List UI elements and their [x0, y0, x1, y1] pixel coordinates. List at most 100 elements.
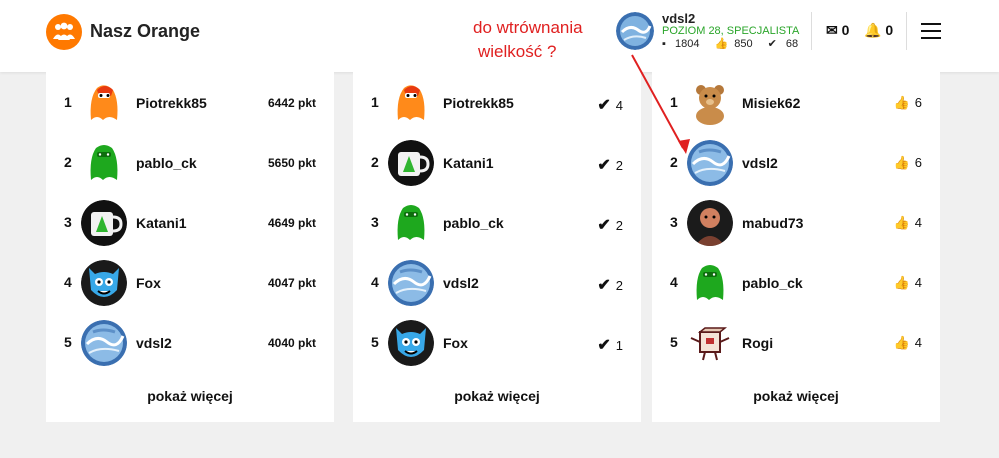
user-avatar[interactable] [388, 200, 434, 246]
user-name-link[interactable]: pablo_ck [136, 155, 197, 171]
ranking-row: 4 vdsl2 ✔ 2 [353, 252, 641, 312]
rank-number: 5 [371, 334, 379, 350]
divider [811, 12, 812, 50]
solutions-count: ✔ 2 [597, 155, 623, 175]
user-name-link[interactable]: vdsl2 [742, 155, 778, 171]
user-name-link[interactable]: Fox [443, 335, 468, 351]
check-icon: ✔ [597, 277, 611, 294]
user-name-link[interactable]: Piotrekk85 [136, 95, 207, 111]
user-name-link[interactable]: vdsl2 [443, 275, 479, 291]
solutions-count: ✔ 4 [597, 95, 623, 115]
likes-count: 850 [734, 38, 753, 50]
solutions-count: 68 [785, 38, 799, 50]
user-avatar[interactable] [687, 260, 733, 306]
user-avatar[interactable] [388, 320, 434, 366]
check-icon: ✔ [597, 337, 611, 354]
red-annotation: do wtrównania wielkość ? [473, 16, 633, 64]
rank-number: 3 [371, 214, 379, 230]
user-avatar[interactable] [616, 12, 654, 50]
user-name-link[interactable]: vdsl2 [136, 335, 172, 351]
rank-number: 5 [64, 334, 72, 350]
ranking-row: 3 pablo_ck ✔ 2 [353, 192, 641, 252]
user-name-link[interactable]: pablo_ck [443, 215, 504, 231]
ranking-row: 1 Misiek62 👍 6 [652, 72, 940, 132]
user-avatar[interactable] [388, 80, 434, 126]
user-avatar[interactable] [388, 260, 434, 306]
check-icon: ✔ [597, 97, 611, 114]
comment-icon: ▪ [662, 38, 666, 50]
points-value: 4047 pkt [267, 276, 316, 290]
bell-icon: 🔔 [864, 22, 882, 38]
brand-title[interactable]: Nasz Orange [90, 21, 200, 42]
thumb-up-icon: 👍 [893, 155, 910, 170]
rank-number: 5 [670, 334, 678, 350]
user-avatar[interactable] [687, 200, 733, 246]
ranking-row: 2 Katani1 ✔ 2 [353, 132, 641, 192]
rank-number: 4 [670, 274, 678, 290]
user-name-link[interactable]: Piotrekk85 [443, 95, 514, 111]
ranking-row: 2 vdsl2 👍 6 [652, 132, 940, 192]
user-name[interactable]: vdsl2 [662, 11, 695, 26]
user-name-link[interactable]: pablo_ck [742, 275, 803, 291]
annotation-line-2: wielkość ? [478, 42, 557, 61]
user-name-link[interactable]: Rogi [742, 335, 773, 351]
ranking-row: 5 Rogi 👍 4 [652, 312, 940, 372]
likes-count: 👍 6 [894, 95, 922, 111]
user-stats: ▪ 1804 👍 850 ✔ 68 [662, 37, 810, 50]
show-more-link[interactable]: pokaż więcej [652, 388, 940, 404]
user-name-link[interactable]: Misiek62 [742, 95, 800, 111]
points-value: 4040 pkt [267, 336, 316, 350]
user-avatar[interactable] [81, 200, 127, 246]
show-more-link[interactable]: pokaż więcej [353, 388, 641, 404]
ranking-row: 4 pablo_ck 👍 4 [652, 252, 940, 312]
thumb-up-icon: 👍 [893, 215, 910, 230]
user-avatar[interactable] [687, 320, 733, 366]
user-level: POZIOM 28, SPECJALISTA [662, 25, 800, 37]
count-value: 4 [914, 275, 922, 290]
user-name-link[interactable]: Fox [136, 275, 161, 291]
rank-number: 2 [371, 154, 379, 170]
likes-count: 👍 4 [894, 215, 922, 231]
user-avatar[interactable] [388, 140, 434, 186]
show-more-link[interactable]: pokaż więcej [46, 388, 334, 404]
rank-number: 1 [670, 94, 678, 110]
rank-number: 2 [670, 154, 678, 170]
messages-button[interactable]: ✉ 0 [826, 22, 849, 39]
user-avatar[interactable] [81, 140, 127, 186]
points-value: 6442 pkt [267, 96, 316, 110]
notifications-count: 0 [885, 22, 894, 38]
user-name-link[interactable]: Katani1 [443, 155, 494, 171]
solutions-ranking-panel: 1 Piotrekk85 ✔ 4 2 Katani1 ✔ 2 3 pablo_ck ✔ 2 4 vdsl2… [353, 72, 641, 422]
points-ranking-panel: 1 Piotrekk85 6442 pkt 2 pablo_ck 5650 pkt 3 Kat… [46, 72, 334, 422]
notifications-button[interactable]: 🔔 0 [864, 22, 893, 39]
user-avatar[interactable] [81, 320, 127, 366]
annotation-line-1: do wtrównania [473, 18, 583, 37]
top-header: Nasz Orange do wtrównania wielkość ? vds… [0, 0, 999, 72]
points-value: 5650 pkt [267, 156, 316, 170]
count-value: 2 [615, 158, 623, 173]
solutions-stat: ✔ 68 [768, 38, 805, 50]
check-icon: ✔ [767, 38, 777, 50]
user-avatar[interactable] [687, 80, 733, 126]
user-avatar[interactable] [687, 140, 733, 186]
rank-number: 3 [64, 214, 72, 230]
likes-stat: 👍 850 [715, 38, 759, 50]
orange-logo[interactable] [46, 14, 82, 50]
ranking-row: 5 vdsl2 4040 pkt [46, 312, 334, 372]
points-value: 4649 pkt [267, 216, 316, 230]
solutions-count: ✔ 2 [597, 215, 623, 235]
user-name-link[interactable]: mabud73 [742, 215, 803, 231]
user-avatar[interactable] [81, 80, 127, 126]
thumb-up-icon: 👍 [714, 38, 729, 50]
likes-count: 👍 4 [894, 335, 922, 351]
messages-count: 0 [841, 22, 850, 38]
ranking-row: 3 Katani1 4649 pkt [46, 192, 334, 252]
user-avatar[interactable] [81, 260, 127, 306]
rank-number: 3 [670, 214, 678, 230]
ranking-row: 1 Piotrekk85 6442 pkt [46, 72, 334, 132]
hamburger-menu-icon[interactable] [921, 23, 941, 39]
thumb-up-icon: 👍 [893, 335, 910, 350]
check-icon: ✔ [597, 157, 611, 174]
ranking-row: 5 Fox ✔ 1 [353, 312, 641, 372]
user-name-link[interactable]: Katani1 [136, 215, 187, 231]
